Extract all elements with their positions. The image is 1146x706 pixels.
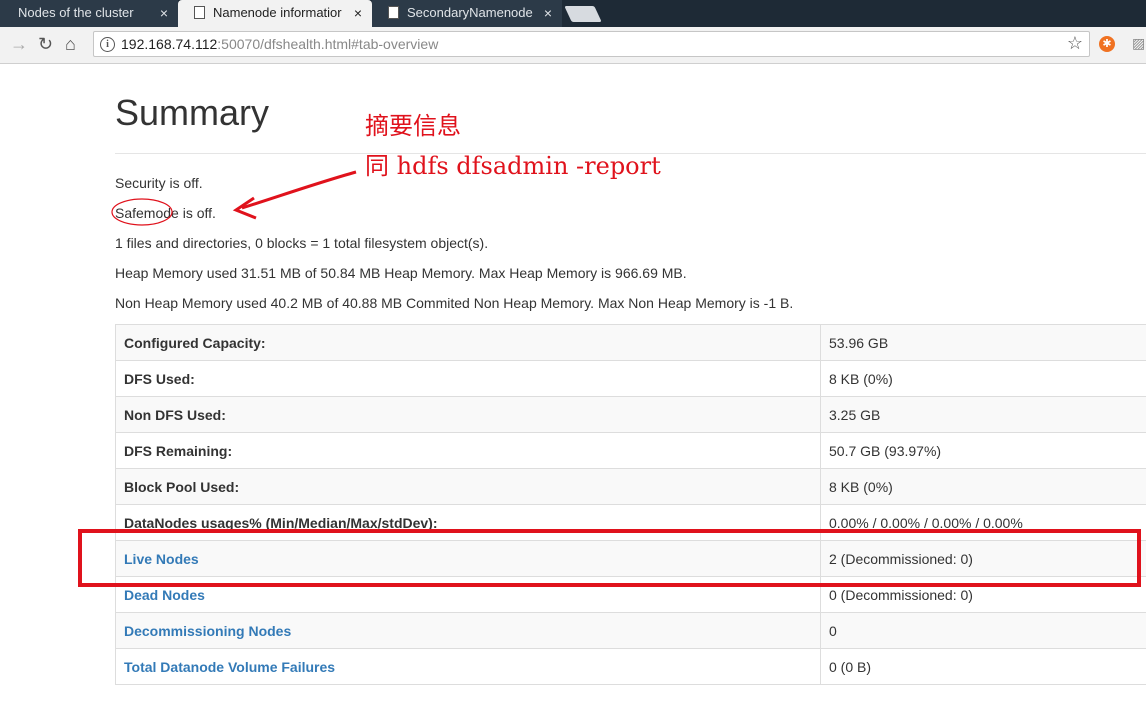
annotation-arrow [111, 170, 357, 226]
highlight-box [78, 529, 1141, 587]
